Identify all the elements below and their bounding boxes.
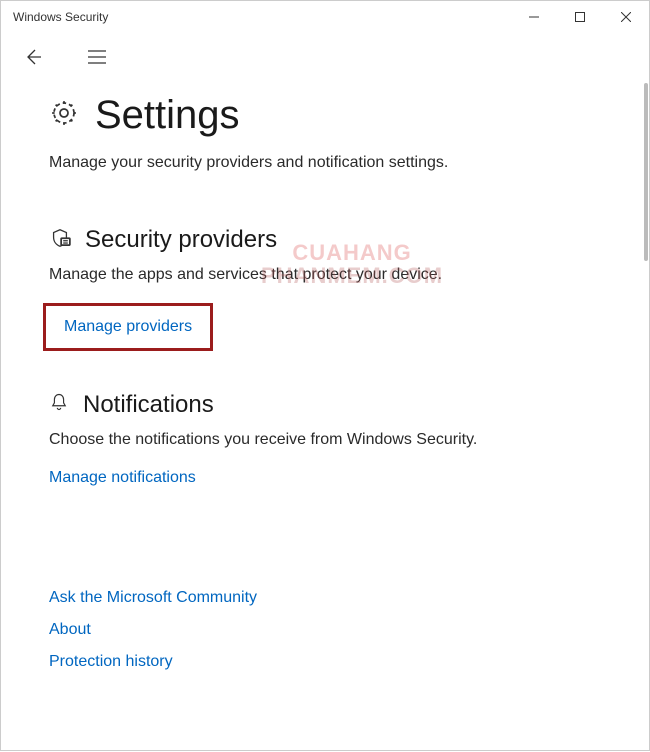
scrollbar-thumb[interactable] [644,83,648,261]
notifications-desc: Choose the notifications you receive fro… [49,429,601,451]
highlight-box: Manage providers [43,303,213,351]
page-title: Settings [95,93,240,138]
footer-links: Ask the Microsoft Community About Protec… [49,589,601,671]
notifications-section: Notifications Choose the notifications y… [49,391,601,539]
security-providers-desc: Manage the apps and services that protec… [49,264,601,286]
notifications-title: Notifications [83,391,214,419]
back-button[interactable] [13,37,53,77]
close-button[interactable] [603,1,649,33]
window-title: Windows Security [13,10,511,24]
gear-icon [49,98,79,133]
hamburger-menu-button[interactable] [77,37,117,77]
manage-notifications-link[interactable]: Manage notifications [49,469,196,487]
minimize-button[interactable] [511,1,557,33]
titlebar: Windows Security [1,1,649,33]
security-providers-section: Security providers Manage the apps and s… [49,226,601,390]
maximize-button[interactable] [557,1,603,33]
toolbar [1,33,649,81]
security-providers-title: Security providers [85,226,277,254]
about-link[interactable]: About [49,621,601,639]
content: Settings Manage your security providers … [1,81,649,705]
bell-icon [49,391,69,418]
shield-icon [49,227,71,254]
protection-history-link[interactable]: Protection history [49,653,601,671]
manage-providers-link[interactable]: Manage providers [64,318,192,336]
community-link[interactable]: Ask the Microsoft Community [49,589,601,607]
window-controls [511,1,649,33]
page-subtitle: Manage your security providers and notif… [49,152,601,174]
